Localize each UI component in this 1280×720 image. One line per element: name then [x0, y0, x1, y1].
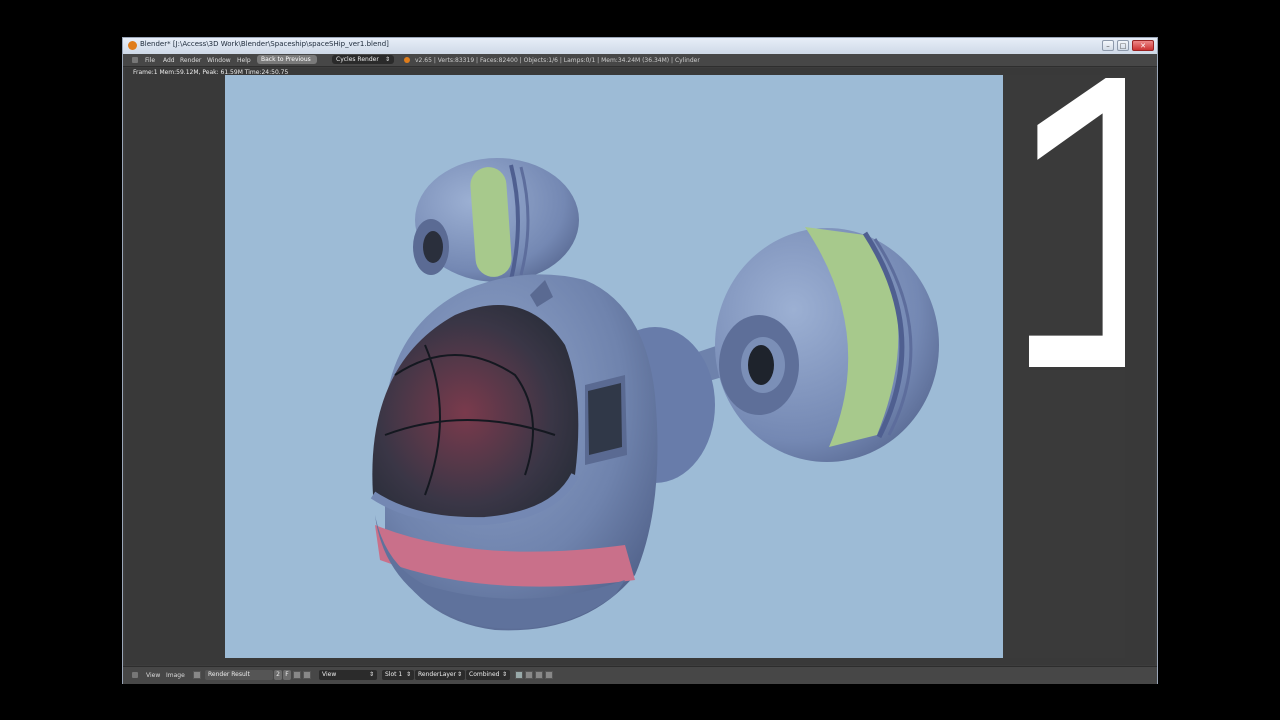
blender-logo-icon	[404, 57, 410, 63]
dropdown-arrow-icon: ⇕	[405, 671, 411, 678]
image-users-count[interactable]: 2	[274, 670, 282, 680]
menu-file[interactable]: File	[145, 57, 155, 64]
info-header: File Add Render Window Help Back to Prev…	[123, 54, 1157, 67]
draw-alpha-icon[interactable]	[525, 671, 533, 679]
window-titlebar[interactable]: Blender* [J:\Access\3D Work\Blender\Spac…	[123, 38, 1157, 55]
render-pass-label: Combined	[469, 671, 500, 678]
scene-stats: v2.65 | Verts:83319 | Faces:82400 | Obje…	[415, 57, 700, 64]
render-pass-select[interactable]: Combined ⇕	[466, 670, 510, 680]
back-to-previous-button[interactable]: Back to Previous	[257, 55, 317, 64]
fake-user-toggle[interactable]: F	[283, 670, 291, 680]
menu-image[interactable]: Image	[166, 672, 185, 679]
blender-window: Blender* [J:\Access\3D Work\Blender\Spac…	[122, 37, 1158, 684]
editor-type-icon[interactable]	[132, 672, 138, 678]
draw-z-buffer-icon[interactable]	[535, 671, 543, 679]
dropdown-arrow-icon: ⇕	[384, 56, 390, 63]
minimize-button[interactable]: –	[1102, 40, 1114, 51]
draw-rgb-icon[interactable]	[515, 671, 523, 679]
menu-window[interactable]: Window	[207, 57, 231, 64]
menu-render[interactable]: Render	[180, 57, 201, 64]
slot-select[interactable]: Slot 1 ⇕	[382, 670, 414, 680]
cockpit-canopy	[370, 305, 579, 526]
blender-logo-icon	[128, 41, 137, 50]
render-layer-select[interactable]: RenderLayer ⇕	[415, 670, 465, 680]
editor-type-icon[interactable]	[132, 57, 138, 63]
render-engine-select[interactable]: Cycles Render ⇕	[332, 55, 394, 64]
menu-add[interactable]: Add	[163, 57, 175, 64]
slot-label: Slot 1	[385, 671, 403, 678]
image-browse-icon[interactable]	[193, 671, 201, 679]
overlay-number: 1	[1003, 75, 1125, 457]
image-name-field[interactable]: Render Result	[205, 670, 273, 680]
dropdown-arrow-icon: ⇕	[368, 671, 374, 678]
render-result-image	[225, 75, 1003, 658]
menu-help[interactable]: Help	[237, 57, 251, 64]
window-title: Blender* [J:\Access\3D Work\Blender\Spac…	[140, 40, 389, 48]
right-engine-pod	[715, 227, 939, 462]
dropdown-arrow-icon: ⇕	[456, 671, 462, 678]
close-button[interactable]: ✕	[1132, 40, 1154, 51]
draw-alpha-only-icon[interactable]	[545, 671, 553, 679]
unlink-image-icon[interactable]	[303, 671, 311, 679]
view-mode-label: View	[322, 671, 337, 678]
view-mode-select[interactable]: View ⇕	[319, 670, 377, 680]
upper-engine-pod	[413, 158, 579, 282]
dropdown-arrow-icon: ⇕	[501, 671, 507, 678]
menu-view[interactable]: View	[146, 672, 160, 679]
image-editor-area[interactable]: Frame:1 Mem:59.12M, Peak: 61.59M Time:24…	[125, 68, 1155, 665]
overlay-number-panel: 1	[1003, 75, 1125, 658]
maximize-button[interactable]: □	[1117, 40, 1129, 51]
render-engine-label: Cycles Render	[336, 56, 379, 63]
image-editor-header: View Image Render Result 2 F View ⇕ Slot …	[123, 666, 1157, 684]
new-image-icon[interactable]	[293, 671, 301, 679]
render-layer-label: RenderLayer	[418, 671, 457, 678]
